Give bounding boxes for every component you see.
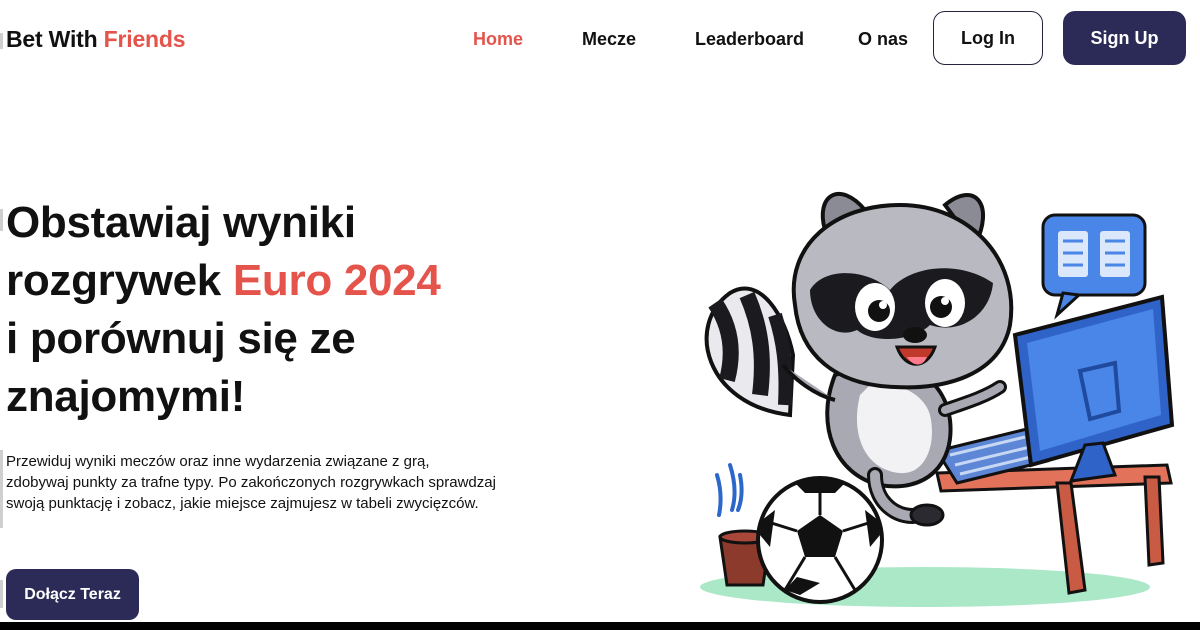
soccer-ball-icon — [756, 476, 884, 604]
hero-title-line: znajomymi! — [6, 372, 246, 421]
hero-title-line: Obstawiaj wyniki — [6, 198, 356, 247]
nav-home-link[interactable]: Home — [473, 29, 523, 50]
hero-description: Przewiduj wyniki meczów oraz inne wydarz… — [6, 453, 496, 512]
hero-title-line: rozgrywek — [6, 256, 221, 305]
raccoon-illustration — [700, 191, 1175, 607]
brand-text-accent: Friends — [103, 26, 186, 52]
chat-bubble-icon — [1041, 213, 1147, 320]
left-edge-mark — [0, 209, 3, 231]
left-edge-mark — [0, 580, 3, 608]
nav-mecze-link[interactable]: Mecze — [582, 29, 636, 50]
hero-title-line: i porównuj się ze — [6, 314, 356, 363]
signup-button[interactable]: Sign Up — [1063, 11, 1186, 65]
site-header: Bet With Friends Home Mecze Leaderboard … — [0, 0, 1200, 78]
brand-logo[interactable]: Bet With Friends — [6, 26, 186, 53]
computer-monitor-icon — [1012, 294, 1175, 483]
left-edge-mark — [0, 450, 3, 528]
join-now-button[interactable]: Dołącz Teraz — [6, 569, 139, 620]
raccoon-tail — [704, 286, 796, 418]
hero-title: Obstawiaj wyniki rozgrywek Euro 2024 i p… — [6, 194, 526, 426]
left-edge-mark — [0, 33, 3, 49]
login-button[interactable]: Log In — [933, 11, 1043, 65]
nav-leaderboard-link[interactable]: Leaderboard — [695, 29, 804, 50]
nav-about-link[interactable]: O nas — [858, 29, 908, 50]
raccoon-head — [791, 191, 1014, 390]
bottom-bar — [0, 622, 1200, 630]
brand-text: Bet With — [6, 26, 98, 52]
hero-title-accent: Euro 2024 — [232, 256, 441, 305]
